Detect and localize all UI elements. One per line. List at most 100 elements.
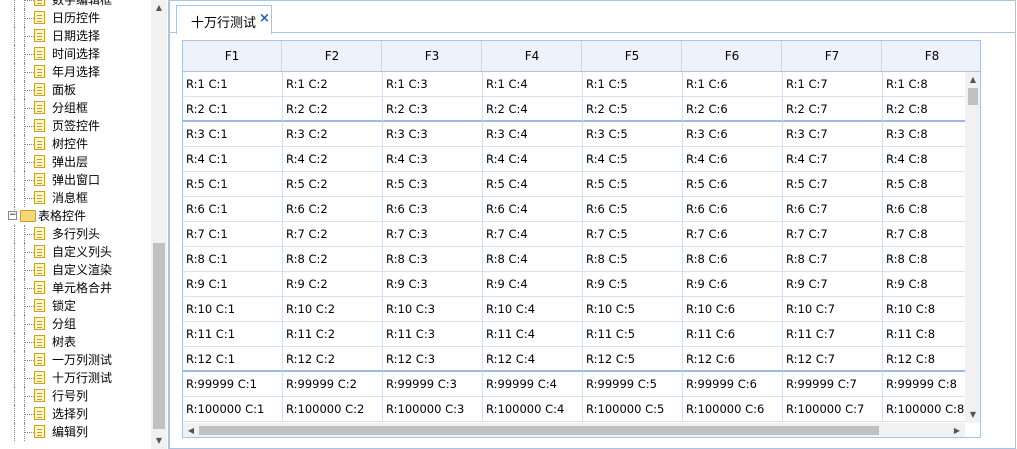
table-cell[interactable]: R:4 C:7	[783, 147, 883, 171]
tree-item[interactable]: 数字编辑框	[0, 0, 150, 9]
table-cell[interactable]: R:8 C:2	[283, 247, 383, 271]
table-cell[interactable]: R:11 C:8	[883, 322, 965, 346]
tree-item[interactable]: 树控件	[0, 135, 150, 153]
table-cell[interactable]: R:7 C:4	[483, 222, 583, 246]
table-cell[interactable]: R:1 C:8	[883, 72, 965, 96]
table-row[interactable]: R:3 C:1 R:3 C:2 R:3 C:3 R:3 C:4 R:3 C:5 R:3 C…	[183, 122, 965, 147]
tree-item[interactable]: 日期选择	[0, 27, 150, 45]
table-cell[interactable]: R:7 C:8	[883, 222, 965, 246]
table-cell[interactable]: R:9 C:5	[583, 272, 683, 296]
table-cell[interactable]: R:12 C:8	[883, 347, 965, 371]
table-row[interactable]: R:100000 C:1 R:100000 C:2 R:100000 C:3 R:10…	[183, 397, 965, 422]
table-cell[interactable]: R:1 C:7	[783, 72, 883, 96]
table-cell[interactable]: R:7 C:7	[783, 222, 883, 246]
tree-scroll-thumb[interactable]	[153, 243, 165, 429]
table-cell[interactable]: R:12 C:3	[383, 347, 483, 371]
table-cell[interactable]: R:1 C:6	[683, 72, 783, 96]
table-cell[interactable]: R:100000 C:2	[283, 397, 383, 421]
table-cell[interactable]: R:99999 C:4	[483, 372, 583, 396]
table-cell[interactable]: R:4 C:5	[583, 147, 683, 171]
table-cell[interactable]: R:7 C:5	[583, 222, 683, 246]
table-cell[interactable]: R:3 C:8	[883, 122, 965, 146]
tree-item[interactable]: 单元格合并	[0, 279, 150, 297]
table-cell[interactable]: R:5 C:5	[583, 172, 683, 196]
tree-item[interactable]: 年月选择	[0, 63, 150, 81]
table-cell[interactable]: R:99999 C:1	[183, 372, 283, 396]
table-row[interactable]: R:8 C:1 R:8 C:2 R:8 C:3 R:8 C:4 R:8 C:5 R:8 C…	[183, 247, 965, 272]
table-cell[interactable]: R:99999 C:6	[683, 372, 783, 396]
table-cell[interactable]: R:5 C:8	[883, 172, 965, 196]
tab-hundred-thousand-rows[interactable]: 十万行测试 ×	[176, 5, 272, 34]
column-header[interactable]: F7	[783, 41, 882, 71]
tree-item[interactable]: 分组	[0, 315, 150, 333]
tree-item[interactable]: 自定义渲染	[0, 261, 150, 279]
table-cell[interactable]: R:10 C:4	[483, 297, 583, 321]
table-cell[interactable]: R:6 C:7	[783, 197, 883, 221]
table-cell[interactable]: R:99999 C:8	[883, 372, 965, 396]
table-cell[interactable]: R:7 C:6	[683, 222, 783, 246]
table-row[interactable]: R:99999 C:1 R:99999 C:2 R:99999 C:3 R:99999…	[183, 372, 965, 397]
table-cell[interactable]: R:11 C:6	[683, 322, 783, 346]
tree-branch-table-controls[interactable]: − 表格控件	[0, 207, 150, 225]
tree-item[interactable]: 一万列测试	[0, 351, 150, 369]
column-header[interactable]: F1	[183, 41, 282, 71]
tree-item[interactable]: 弹出窗口	[0, 171, 150, 189]
table-cell[interactable]: R:2 C:4	[483, 97, 583, 121]
table-cell[interactable]: R:2 C:3	[383, 97, 483, 121]
table-row[interactable]: R:1 C:1 R:1 C:2 R:1 C:3 R:1 C:4 R:1 C:5 R:1 C…	[183, 72, 965, 97]
table-cell[interactable]: R:9 C:6	[683, 272, 783, 296]
table-cell[interactable]: R:3 C:2	[283, 122, 383, 146]
table-cell[interactable]: R:3 C:4	[483, 122, 583, 146]
table-cell[interactable]: R:8 C:3	[383, 247, 483, 271]
table-cell[interactable]: R:100000 C:4	[483, 397, 583, 421]
table-cell[interactable]: R:100000 C:1	[183, 397, 283, 421]
table-cell[interactable]: R:8 C:1	[183, 247, 283, 271]
table-cell[interactable]: R:10 C:5	[583, 297, 683, 321]
table-cell[interactable]: R:8 C:7	[783, 247, 883, 271]
table-cell[interactable]: R:10 C:8	[883, 297, 965, 321]
table-cell[interactable]: R:11 C:3	[383, 322, 483, 346]
table-cell[interactable]: R:2 C:8	[883, 97, 965, 121]
tree-item[interactable]: 弹出层	[0, 153, 150, 171]
table-cell[interactable]: R:11 C:4	[483, 322, 583, 346]
table-cell[interactable]: R:99999 C:2	[283, 372, 383, 396]
table-cell[interactable]: R:6 C:8	[883, 197, 965, 221]
table-cell[interactable]: R:6 C:3	[383, 197, 483, 221]
table-row[interactable]: R:12 C:1 R:12 C:2 R:12 C:3 R:12 C:4 R:12 C:5…	[183, 347, 965, 372]
table-row[interactable]: R:11 C:1 R:11 C:2 R:11 C:3 R:11 C:4 R:11 C:5…	[183, 322, 965, 347]
table-cell[interactable]: R:9 C:1	[183, 272, 283, 296]
tree-item[interactable]: 锁定	[0, 297, 150, 315]
table-row[interactable]: R:10 C:1 R:10 C:2 R:10 C:3 R:10 C:4 R:10 C:5…	[183, 297, 965, 322]
table-cell[interactable]: R:4 C:2	[283, 147, 383, 171]
table-cell[interactable]: R:5 C:7	[783, 172, 883, 196]
table-cell[interactable]: R:11 C:7	[783, 322, 883, 346]
table-cell[interactable]: R:6 C:2	[283, 197, 383, 221]
tree-item[interactable]: 页签控件	[0, 117, 150, 135]
grid-vertical-scrollbar[interactable]: ▲ ▼	[965, 72, 980, 423]
tree-item[interactable]: 消息框	[0, 189, 150, 207]
table-cell[interactable]: R:4 C:8	[883, 147, 965, 171]
tree-item[interactable]: 时间选择	[0, 45, 150, 63]
table-cell[interactable]: R:99999 C:7	[783, 372, 883, 396]
table-cell[interactable]: R:8 C:6	[683, 247, 783, 271]
scroll-down-icon[interactable]: ▼	[151, 433, 167, 449]
column-header[interactable]: F6	[683, 41, 782, 71]
table-cell[interactable]: R:1 C:4	[483, 72, 583, 96]
table-cell[interactable]: R:7 C:1	[183, 222, 283, 246]
scroll-left-icon[interactable]: ◀	[183, 423, 199, 437]
table-row[interactable]: R:5 C:1 R:5 C:2 R:5 C:3 R:5 C:4 R:5 C:5 R:5 C…	[183, 172, 965, 197]
table-cell[interactable]: R:10 C:1	[183, 297, 283, 321]
table-cell[interactable]: R:4 C:1	[183, 147, 283, 171]
table-cell[interactable]: R:1 C:5	[583, 72, 683, 96]
table-cell[interactable]: R:9 C:4	[483, 272, 583, 296]
table-cell[interactable]: R:99999 C:5	[583, 372, 683, 396]
table-cell[interactable]: R:8 C:8	[883, 247, 965, 271]
tree-scrollbar[interactable]: ▲ ▼	[151, 0, 167, 449]
table-cell[interactable]: R:8 C:4	[483, 247, 583, 271]
table-cell[interactable]: R:3 C:1	[183, 122, 283, 146]
table-cell[interactable]: R:4 C:6	[683, 147, 783, 171]
scroll-right-icon[interactable]: ▶	[949, 423, 965, 437]
table-cell[interactable]: R:5 C:3	[383, 172, 483, 196]
table-cell[interactable]: R:9 C:2	[283, 272, 383, 296]
table-cell[interactable]: R:5 C:1	[183, 172, 283, 196]
